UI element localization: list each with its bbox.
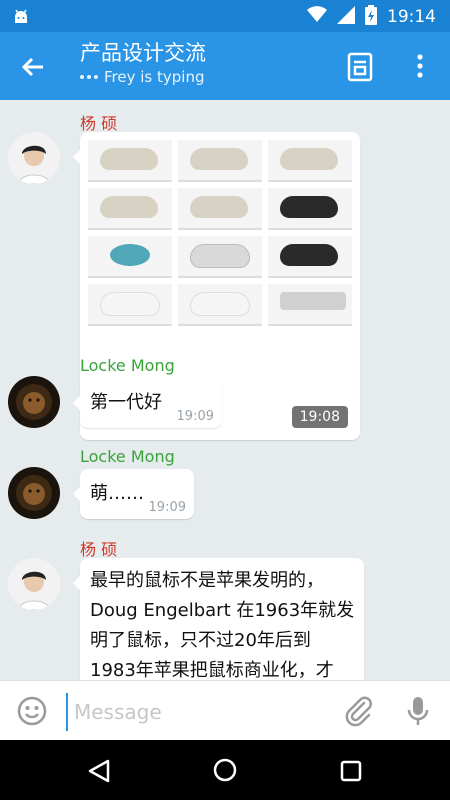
sender-name: 杨 硕 [80,540,118,559]
photo-cell [88,284,172,326]
mouse-photo-grid [88,140,352,326]
compose-bar [0,680,450,741]
message-text: 第一代好 [90,392,162,413]
signal-icon [337,6,355,28]
typing-status-text: Frey is typing [104,68,205,86]
avatar[interactable] [8,132,60,184]
photo-cell [178,284,262,326]
photo-cell [268,188,352,230]
emoji-icon[interactable] [16,695,48,727]
sender-name: Locke Mong [80,356,175,375]
android-icon [12,7,30,29]
status-bar: 19:14 [0,0,450,32]
message-input[interactable] [66,693,336,731]
message-text-line: 最早的鼠标不是苹果发明的， [90,570,324,591]
photo-cell [268,284,352,326]
chat-title: 产品设计交流 [80,41,206,65]
photo-cell [268,140,352,182]
attachment-icon[interactable] [342,695,374,727]
message-bubble[interactable]: 第一代好 19:09 [73,378,222,428]
photo-cell [178,236,262,278]
photo-cell [268,236,352,278]
message-text-line: 明了鼠标，只不过20年后到 [90,630,311,651]
status-time: 19:14 [387,7,436,27]
message-text-line: 1983年苹果把鼠标商业化，才 [90,660,334,680]
photo-cell [88,140,172,182]
message-time: 19:09 [148,500,186,515]
more-options-icon[interactable] [410,50,430,82]
typing-status: Frey is typing [80,66,206,88]
microphone-icon[interactable] [404,695,432,727]
nav-back-icon[interactable] [86,758,112,788]
sender-name: 杨 硕 [80,114,118,133]
sender-name: Locke Mong [80,447,175,466]
app-bar: 产品设计交流 Frey is typing [0,32,450,100]
avatar[interactable] [8,467,60,519]
photo-cell [88,188,172,230]
avatar[interactable] [8,376,60,428]
document-icon[interactable] [344,50,376,82]
message-time: 19:08 [291,406,348,428]
typing-dots-icon [80,75,98,79]
avatar[interactable] [8,558,60,610]
back-arrow-icon[interactable] [18,52,48,82]
nav-recent-apps-icon[interactable] [338,758,364,788]
wifi-icon [307,6,327,28]
battery-icon [365,5,377,29]
message-text-line: Doug Engelbart 在1963年就发 [90,600,355,621]
system-nav-bar [0,740,450,800]
message-bubble[interactable]: 最早的鼠标不是苹果发明的， Doug Engelbart 在1963年就发 明了… [73,558,364,680]
message-bubble[interactable]: 萌…… 19:09 [73,469,194,519]
nav-home-icon[interactable] [212,757,238,787]
chat-messages[interactable]: 杨 硕 19:08 Locke Mong 第一代好 19:09 Locke Mo… [0,100,450,680]
photo-cell [178,140,262,182]
photo-cell [88,236,172,278]
photo-cell [178,188,262,230]
message-text: 萌…… [90,483,144,504]
message-time: 19:09 [176,409,214,424]
